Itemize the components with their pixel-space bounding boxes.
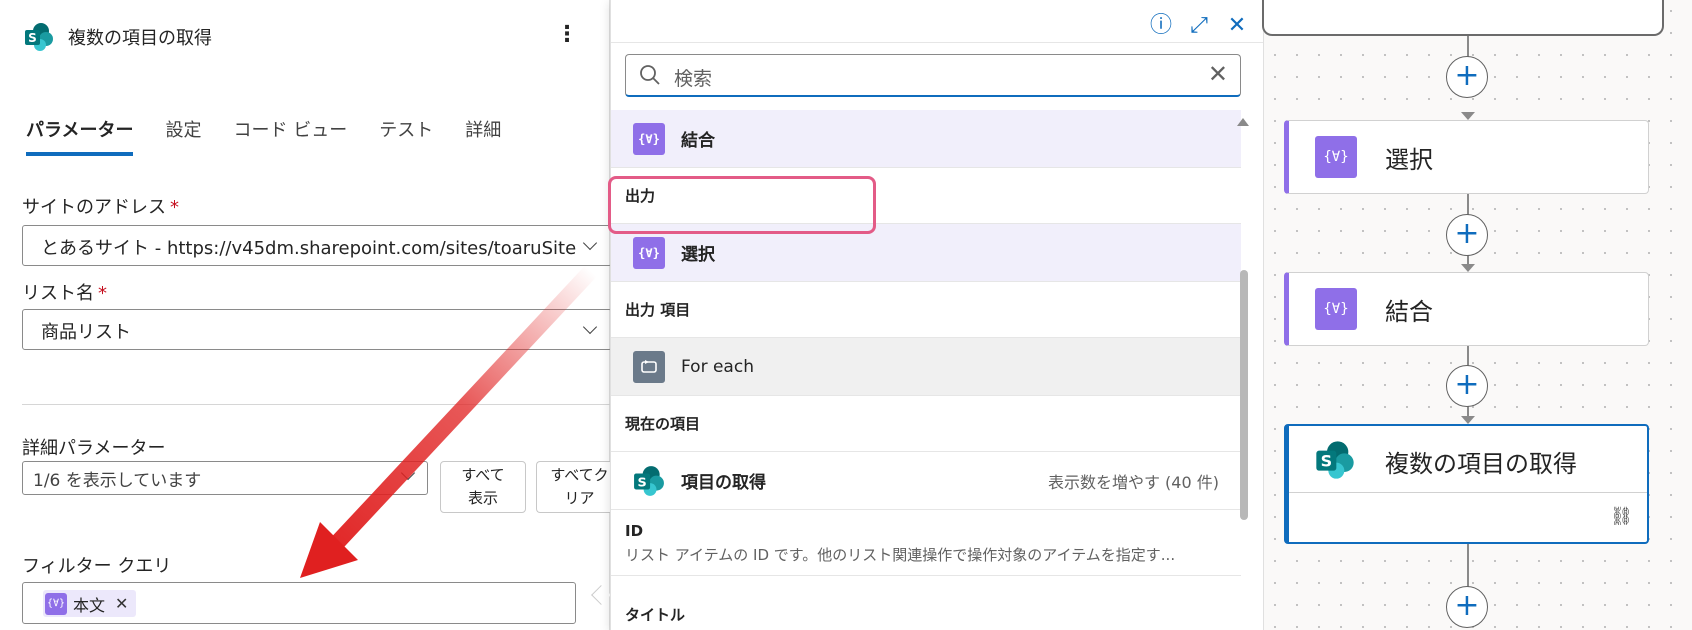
section-header-current-item: 現在の項目 (611, 396, 1241, 452)
section-label: 出力 項目 (625, 301, 691, 319)
card-divider (1289, 492, 1647, 493)
info-icon[interactable]: ⓘ (1147, 12, 1175, 40)
tab-test[interactable]: テスト (379, 116, 433, 156)
sharepoint-icon: S (25, 23, 53, 51)
property-id[interactable]: ID リスト アイテムの ID です。他のリスト関連操作で操作対象のアイテムを指… (625, 522, 1231, 565)
popup-pointer (591, 585, 611, 605)
section-label: 現在の項目 (625, 415, 701, 433)
add-step-button[interactable]: + (1446, 586, 1488, 628)
list-item-label: 結合 (681, 131, 715, 151)
connector-arrow (1461, 416, 1475, 424)
list-name-value: 商品リスト (41, 322, 131, 343)
action-card-title: 複数の項目の取得 (1385, 450, 1577, 478)
show-all-label-1: すべて (461, 466, 505, 484)
expand-icon[interactable]: ⤢ (1185, 12, 1213, 40)
scroll-up-arrow[interactable] (1237, 118, 1249, 126)
svg-text:S: S (637, 475, 646, 490)
panel-header: S 複数の項目の取得 (24, 22, 212, 52)
action-card-join[interactable]: {∀} 結合 (1284, 272, 1649, 346)
list-name-dropdown[interactable]: 商品リスト (22, 309, 612, 350)
variable-icon: {∀} (633, 122, 665, 155)
site-address-dropdown[interactable]: とあるサイト - https://v45dm.sharepoint.com/si… (22, 225, 612, 266)
action-card-title: 結合 (1385, 297, 1433, 326)
remove-token-icon[interactable]: ✕ (115, 594, 128, 613)
property-title[interactable]: タイトル (625, 604, 1231, 625)
action-card-get-items[interactable]: S 複数の項目の取得 ⛓ (1284, 424, 1649, 544)
site-address-label: サイトのアドレス * (22, 197, 179, 218)
advanced-parameters-label: 詳細パラメーター (22, 438, 166, 459)
section-header-output-item: 出力 項目 (611, 282, 1241, 338)
sharepoint-icon: S (1316, 441, 1354, 479)
property-name: ID (625, 522, 644, 540)
property-description: リスト アイテムの ID です。他のリスト関連操作で操作対象のアイテムを指定す.… (625, 546, 1176, 564)
highlight-box (608, 176, 876, 234)
variable-icon: {∀} (633, 236, 665, 269)
tab-code-view[interactable]: コード ビュー (233, 116, 347, 156)
add-step-button[interactable]: + (1446, 365, 1488, 407)
search-input[interactable]: 検索 ✕ (625, 54, 1241, 97)
scrollbar-thumb[interactable] (1240, 270, 1248, 520)
filter-query-label: フィルター クエリ (22, 556, 172, 577)
site-address-value: とあるサイト - https://v45dm.sharepoint.com/si… (41, 238, 577, 259)
show-all-label-2: 表示 (467, 489, 498, 507)
list-item-label: For each (681, 356, 754, 377)
close-icon[interactable]: ✕ (1223, 12, 1251, 40)
action-card-title: 選択 (1385, 145, 1433, 174)
action-card-select[interactable]: {∀} 選択 (1284, 120, 1649, 194)
chevron-down-icon (582, 319, 598, 335)
parameters-panel: S 複数の項目の取得 ⋮ パラメーター 設定 コード ビュー テスト 詳細 サイ… (0, 0, 622, 630)
show-more-link[interactable]: 表示数を増やす (40 件) (1048, 469, 1219, 493)
popup-toolbar: ⓘ ⤢ ✕ (1137, 12, 1251, 40)
list-item-label: 項目の取得 (681, 473, 766, 493)
list-name-label: リスト名 * (22, 283, 107, 304)
add-step-button[interactable]: + (1446, 214, 1488, 256)
list-item-get-items[interactable]: S 項目の取得 表示数を増やす (40 件) (611, 452, 1241, 510)
link-icon[interactable]: ⛓ (1610, 506, 1633, 527)
connector-arrow (1461, 112, 1475, 120)
clear-search-icon[interactable]: ✕ (1208, 60, 1228, 88)
token-chip-label: 本文 (73, 595, 106, 615)
row-divider (611, 575, 1241, 576)
list-item-label: 選択 (681, 245, 715, 265)
variable-icon: {∀} (1315, 288, 1357, 330)
list-item-join[interactable]: {∀} 結合 (611, 110, 1241, 168)
search-icon (640, 65, 660, 85)
tab-parameters[interactable]: パラメーター (26, 116, 134, 156)
tab-details[interactable]: 詳細 (465, 116, 501, 156)
tab-bar: パラメーター 設定 コード ビュー テスト 詳細 (26, 116, 533, 156)
dynamic-content-popup: ⓘ ⤢ ✕ 検索 ✕ {∀} 結合 出力 {∀} 選択 出力 項目 For ea… (610, 0, 1264, 630)
list-item-foreach[interactable]: For each (611, 338, 1241, 396)
toolbar-divider (611, 42, 1263, 43)
svg-text:S: S (28, 31, 37, 45)
add-step-button[interactable]: + (1446, 56, 1488, 98)
chevron-down-icon (582, 235, 598, 251)
tab-settings[interactable]: 設定 (165, 116, 201, 156)
sharepoint-icon: S (634, 465, 664, 496)
advanced-parameters-select[interactable]: 1/6 を表示しています (22, 461, 428, 495)
svg-text:S: S (1321, 452, 1333, 471)
divider (22, 404, 610, 405)
filter-query-input[interactable]: {∀} 本文 ✕ (22, 582, 576, 624)
show-all-button[interactable]: すべて 表示 (440, 461, 526, 513)
chevron-down-icon (400, 465, 416, 481)
advanced-parameters-value: 1/6 を表示しています (33, 471, 202, 491)
panel-title: 複数の項目の取得 (68, 28, 212, 49)
token-chip[interactable]: {∀} 本文 ✕ (43, 590, 137, 617)
previous-action-card[interactable] (1262, 0, 1664, 36)
variable-icon: {∀} (45, 592, 67, 615)
more-options-icon[interactable]: ⋮ (556, 24, 578, 46)
search-placeholder: 検索 (674, 68, 713, 90)
property-name: タイトル (625, 606, 686, 624)
loop-icon (633, 350, 665, 383)
connector-arrow (1461, 264, 1475, 272)
variable-icon: {∀} (1315, 136, 1357, 178)
